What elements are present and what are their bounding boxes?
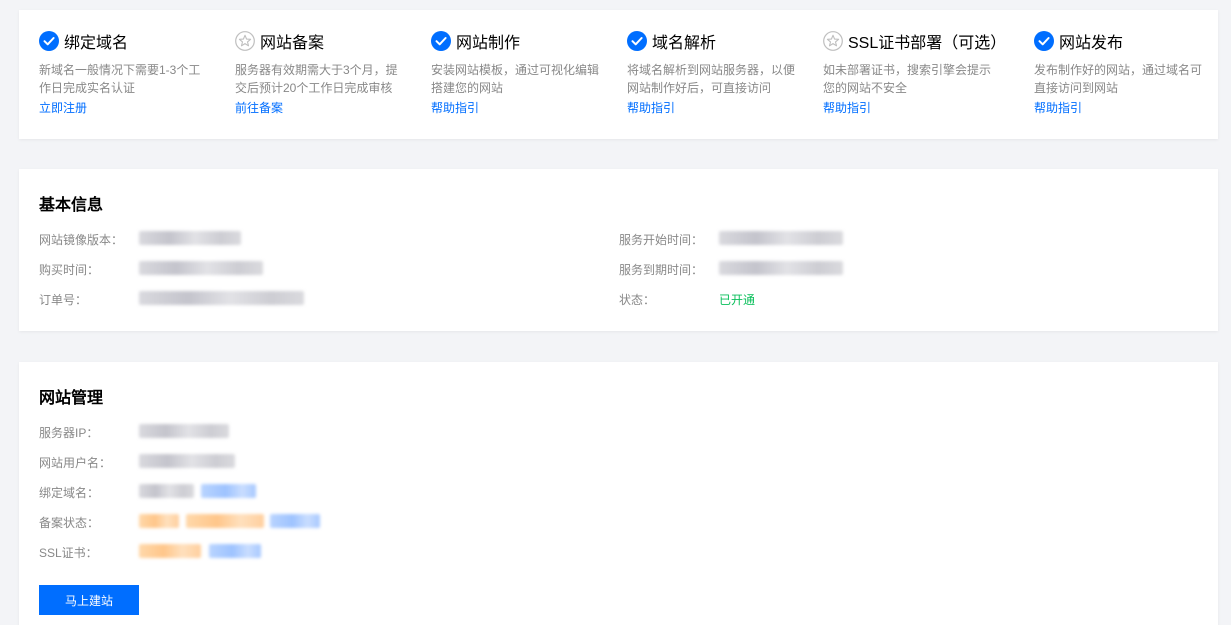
step-description: 安装网站模板，通过可视化编辑搭建您的网站 bbox=[431, 63, 599, 95]
filing-status-note-redacted bbox=[186, 514, 264, 528]
site-username-value-redacted bbox=[139, 454, 235, 468]
image-version-label: 网站镜像版本： bbox=[39, 233, 124, 247]
check-circle-icon bbox=[431, 31, 451, 51]
step-bind-domain: 绑定域名 新域名一般情况下需要1-3个工作日完成实名认证 立即注册 bbox=[39, 30, 219, 116]
step-description: 将域名解析到网站服务器，以便网站制作好后，可直接访问 bbox=[627, 63, 795, 95]
help-guide-link[interactable]: 帮助指引 bbox=[431, 100, 611, 116]
step-title: 网站发布 bbox=[1059, 35, 1124, 52]
bound-domain-value-redacted bbox=[139, 484, 194, 498]
step-ssl-deploy: SSL证书部署（可选） 如未部署证书，搜索引擎会提示您的网站不安全 帮助指引 bbox=[823, 30, 1007, 116]
service-start-value-redacted bbox=[719, 231, 843, 245]
star-circle-icon bbox=[823, 31, 843, 51]
site-username-label: 网站用户名： bbox=[39, 456, 112, 470]
filing-status-value-redacted bbox=[139, 514, 179, 528]
step-description: 发布制作好的网站，通过域名可直接访问到网站 bbox=[1034, 63, 1202, 95]
order-number-value-redacted bbox=[139, 291, 304, 305]
help-guide-link[interactable]: 帮助指引 bbox=[1034, 100, 1214, 116]
ssl-cert-label: SSL证书： bbox=[39, 546, 98, 560]
step-title: 绑定域名 bbox=[64, 35, 129, 52]
step-description: 如未部署证书，搜索引擎会提示您的网站不安全 bbox=[823, 63, 991, 95]
site-management-card: 网站管理 服务器IP： 网站用户名： 绑定域名： 备案状态： SSL证书： 马上… bbox=[19, 362, 1218, 625]
service-end-label: 服务到期时间： bbox=[619, 263, 704, 277]
section-title: 基本信息 bbox=[39, 197, 104, 214]
step-title: SSL证书部署（可选） bbox=[848, 35, 1007, 52]
step-website-filing: 网站备案 服务器有效期需大于3个月，提交后预计20个工作日完成审核 前往备案 bbox=[235, 30, 415, 116]
step-domain-resolution: 域名解析 将域名解析到网站服务器，以便网站制作好后，可直接访问 帮助指引 bbox=[627, 30, 807, 116]
bound-domain-action-redacted[interactable] bbox=[201, 484, 256, 498]
section-title: 网站管理 bbox=[39, 390, 104, 407]
purchase-time-value-redacted bbox=[139, 261, 263, 275]
star-circle-icon bbox=[235, 31, 255, 51]
step-website-build: 网站制作 安装网站模板，通过可视化编辑搭建您的网站 帮助指引 bbox=[431, 30, 611, 116]
build-site-button[interactable]: 马上建站 bbox=[39, 585, 139, 615]
status-badge: 已开通 bbox=[719, 293, 756, 307]
check-circle-icon bbox=[627, 31, 647, 51]
server-ip-label: 服务器IP： bbox=[39, 426, 99, 440]
register-link[interactable]: 立即注册 bbox=[39, 100, 219, 116]
go-filing-link[interactable]: 前往备案 bbox=[235, 100, 415, 116]
purchase-time-label: 购买时间： bbox=[39, 263, 100, 277]
server-ip-value-redacted bbox=[139, 424, 229, 438]
ssl-cert-action-redacted[interactable] bbox=[209, 544, 261, 558]
service-start-label: 服务开始时间： bbox=[619, 233, 704, 247]
step-title: 网站制作 bbox=[456, 35, 521, 52]
filing-status-action-redacted[interactable] bbox=[270, 514, 320, 528]
setup-steps-card: 绑定域名 新域名一般情况下需要1-3个工作日完成实名认证 立即注册 网站备案 服… bbox=[19, 10, 1218, 139]
step-title: 网站备案 bbox=[260, 35, 325, 52]
help-guide-link[interactable]: 帮助指引 bbox=[823, 100, 1003, 116]
step-website-publish: 网站发布 发布制作好的网站，通过域名可直接访问到网站 帮助指引 bbox=[1034, 30, 1214, 116]
basic-info-card: 基本信息 网站镜像版本： 购买时间： 订单号： 服务开始时间： 服务到期时间： … bbox=[19, 169, 1218, 331]
step-description: 新域名一般情况下需要1-3个工作日完成实名认证 bbox=[39, 63, 201, 95]
service-end-value-redacted bbox=[719, 261, 843, 275]
check-circle-icon bbox=[1034, 31, 1054, 51]
step-description: 服务器有效期需大于3个月，提交后预计20个工作日完成审核 bbox=[235, 63, 398, 95]
step-title: 域名解析 bbox=[652, 35, 717, 52]
help-guide-link[interactable]: 帮助指引 bbox=[627, 100, 807, 116]
image-version-value-redacted bbox=[139, 231, 241, 245]
status-label: 状态： bbox=[619, 293, 656, 307]
filing-status-label: 备案状态： bbox=[39, 516, 100, 530]
check-circle-icon bbox=[39, 31, 59, 51]
order-number-label: 订单号： bbox=[39, 293, 88, 307]
ssl-cert-value-redacted bbox=[139, 544, 201, 558]
bound-domain-label: 绑定域名： bbox=[39, 486, 100, 500]
